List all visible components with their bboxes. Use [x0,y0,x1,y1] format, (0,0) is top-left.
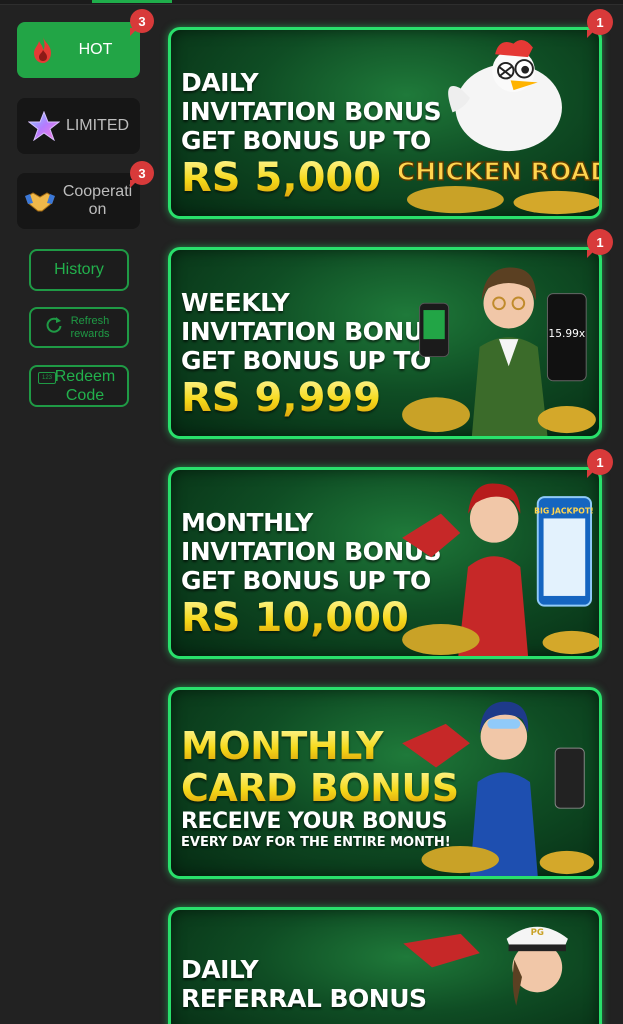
fire-icon [27,34,59,66]
history-label: History [54,261,104,278]
hot-count-badge: 3 [130,9,154,36]
monthly-invitation-bonus-banner[interactable]: MONTHLY INVITATION BONUS GET BONUS UP TO… [168,467,602,659]
phone-multiplier: 15.99x [548,327,585,340]
redeem-code-label: Redeem Code [54,368,116,404]
refresh-rewards-label: Refresh rewards [70,314,110,340]
cooperation-count-badge: 3 [130,161,154,188]
chicken-road-logo: CHICKEN ROAD [399,157,599,186]
captain-hat-logo: PG [531,928,544,938]
blue-pilot-girl-illustration [402,701,594,876]
active-tab-indicator [92,0,172,3]
chicken-mascot-illustration: CHICKEN ROAD [399,39,599,215]
daily-invitation-bonus-banner[interactable]: DAILY INVITATION BONUS GET BONUS UP TO R… [168,27,602,219]
captain-girl-illustration: PG [403,926,568,1006]
category-hot-label: HOT [78,41,113,58]
handshake-icon [24,185,56,217]
category-hot-button[interactable]: HOT [17,22,140,78]
redeem-code-button[interactable]: 123 Redeem Code [29,365,129,407]
phone-jackpot-text: BIG JACKPOT! [534,507,594,516]
refresh-icon [45,316,63,339]
ticket-icon: 123 [38,372,56,384]
daily-referral-bonus-banner[interactable]: DAILY REFERRAL BONUS PG [168,907,602,1024]
history-button[interactable]: History [29,249,129,291]
banner-badge: 1 [587,229,613,258]
refresh-rewards-button[interactable]: Refresh rewards [29,307,129,348]
star-icon [27,110,60,142]
sidebar: HOT 3 LIMITED Cooperation 3 History Refr… [0,5,158,1024]
monthly-card-bonus-banner[interactable]: MONTHLY CARD BONUS RECEIVE YOUR BONUS EV… [168,687,602,879]
banner-badge: 1 [587,449,613,478]
category-limited-button[interactable]: LIMITED [17,98,140,154]
banner-badge: 1 [587,9,613,38]
category-cooperation-label: Cooperation [62,183,133,218]
aviator-girl-illustration: 15.99x [402,267,596,436]
category-cooperation-button[interactable]: Cooperation [17,173,140,229]
weekly-invitation-bonus-banner[interactable]: WEEKLY INVITATION BONUS GET BONUS UP TO … [168,247,602,439]
pilot-girl-illustration: BIG JACKPOT! [402,483,599,656]
category-limited-label: LIMITED [65,117,130,134]
banner-text: DAILY REFERRAL BONUS [181,955,427,1013]
banner-title-line: REFERRAL BONUS [181,984,427,1013]
banner-title-line: DAILY [181,955,259,984]
